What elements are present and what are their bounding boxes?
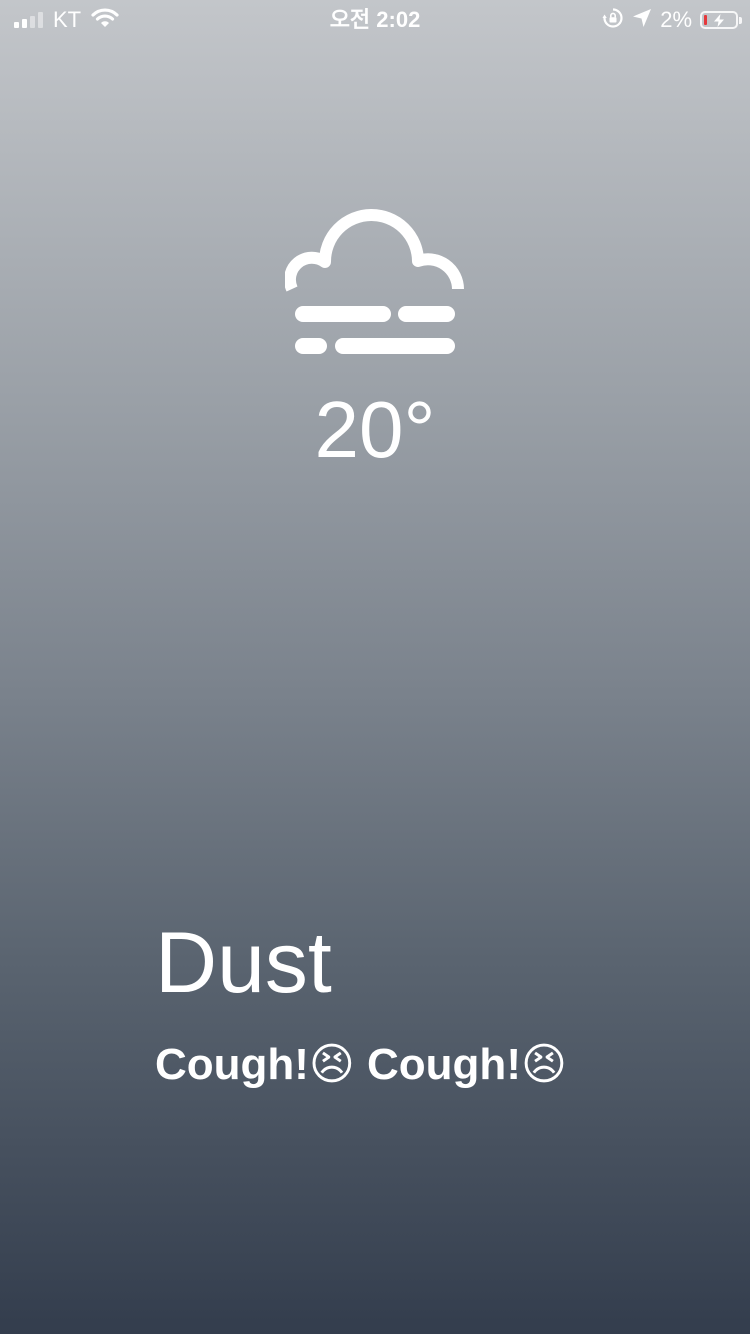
battery-percentage: 2% (660, 7, 692, 32)
location-arrow-icon (632, 8, 652, 33)
fog-cloud-icon (284, 205, 465, 357)
battery-level-fill (704, 15, 707, 25)
orientation-lock-icon (602, 7, 624, 34)
charging-bolt-icon (714, 14, 724, 27)
carrier-name: KT (53, 7, 82, 32)
status-bar-left: KT (14, 6, 119, 34)
cellular-signal-icon (14, 12, 43, 28)
wifi-icon (91, 7, 119, 33)
status-bar-right: 2% (602, 6, 742, 34)
weather-message: Cough!😣 Cough!😣 (155, 1040, 567, 1089)
battery-charging-icon (700, 11, 742, 29)
weather-condition: Dust (155, 915, 332, 1011)
temperature-readout: 20° (314, 385, 436, 474)
status-bar: KT 오전 2:02 2% (0, 0, 750, 40)
